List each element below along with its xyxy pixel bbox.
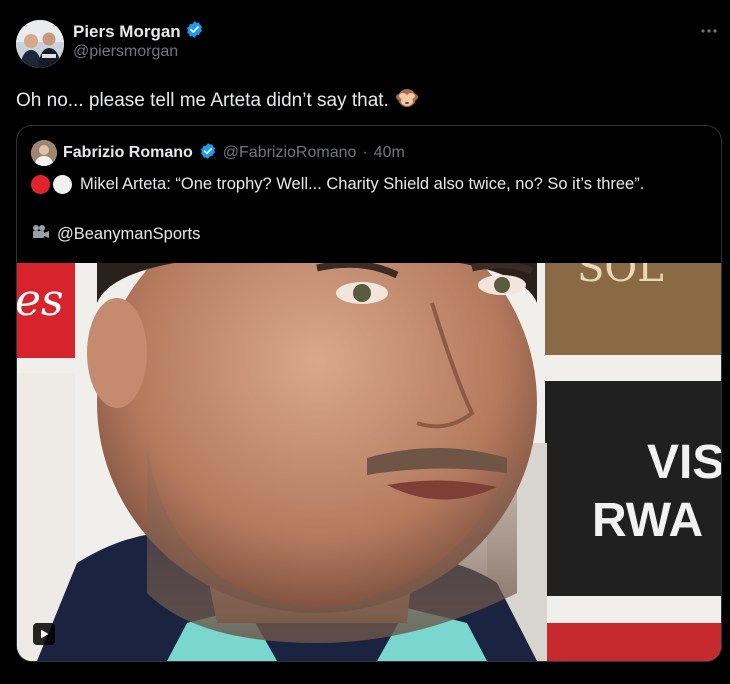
quoted-author-name[interactable]: Fabrizio Romano — [63, 144, 193, 162]
video-camera-icon — [31, 223, 51, 246]
quoted-tweet-credit-row: @BeanymanSports — [31, 223, 200, 246]
separator-dot: · — [362, 144, 368, 161]
video-thumbnail[interactable]: es SOL VIS RWA — [17, 263, 721, 661]
white-circle-icon — [53, 175, 72, 194]
backdrop-text-sol: SOL — [577, 263, 664, 291]
backdrop-text-es: es — [17, 275, 64, 326]
play-button[interactable] — [33, 623, 55, 645]
author-display-name[interactable]: Piers Morgan — [73, 22, 181, 42]
red-circle-icon — [31, 175, 50, 194]
backdrop-text-vis: VIS — [647, 436, 721, 489]
credit-handle[interactable]: @BeanymanSports — [57, 225, 200, 244]
quoted-tweet-text-row: Mikel Arteta: “One trophy? Well... Chari… — [31, 175, 644, 194]
quoted-tweet-card[interactable]: Fabrizio Romano @FabrizioRomano · 40m Mi… — [16, 125, 722, 662]
quoted-author-handle[interactable]: @FabrizioRomano — [223, 144, 357, 162]
verified-badge-icon — [199, 142, 217, 165]
tweet-text: Oh no... please tell me Arteta didn’t sa… — [16, 90, 389, 111]
author-handle[interactable]: @piersmorgan — [73, 43, 178, 61]
author-avatar[interactable] — [16, 20, 64, 68]
see-no-evil-monkey-icon — [395, 86, 419, 116]
quoted-author-avatar[interactable] — [31, 140, 57, 166]
play-icon — [41, 629, 49, 639]
backdrop-text-rwa: RWA — [592, 494, 703, 547]
quoted-tweet-text: Mikel Arteta: “One trophy? Well... Chari… — [80, 175, 645, 193]
quoted-tweet-header: Fabrizio Romano @FabrizioRomano · 40m — [31, 140, 405, 166]
tweet-text-container: Oh no... please tell me Arteta didn’t sa… — [16, 86, 419, 116]
more-horizontal-icon — [701, 29, 717, 33]
verified-badge-icon — [185, 20, 204, 44]
author-name-row[interactable]: Piers Morgan — [73, 20, 204, 44]
more-options-button[interactable] — [696, 18, 722, 44]
quoted-tweet-time[interactable]: 40m — [374, 144, 405, 162]
